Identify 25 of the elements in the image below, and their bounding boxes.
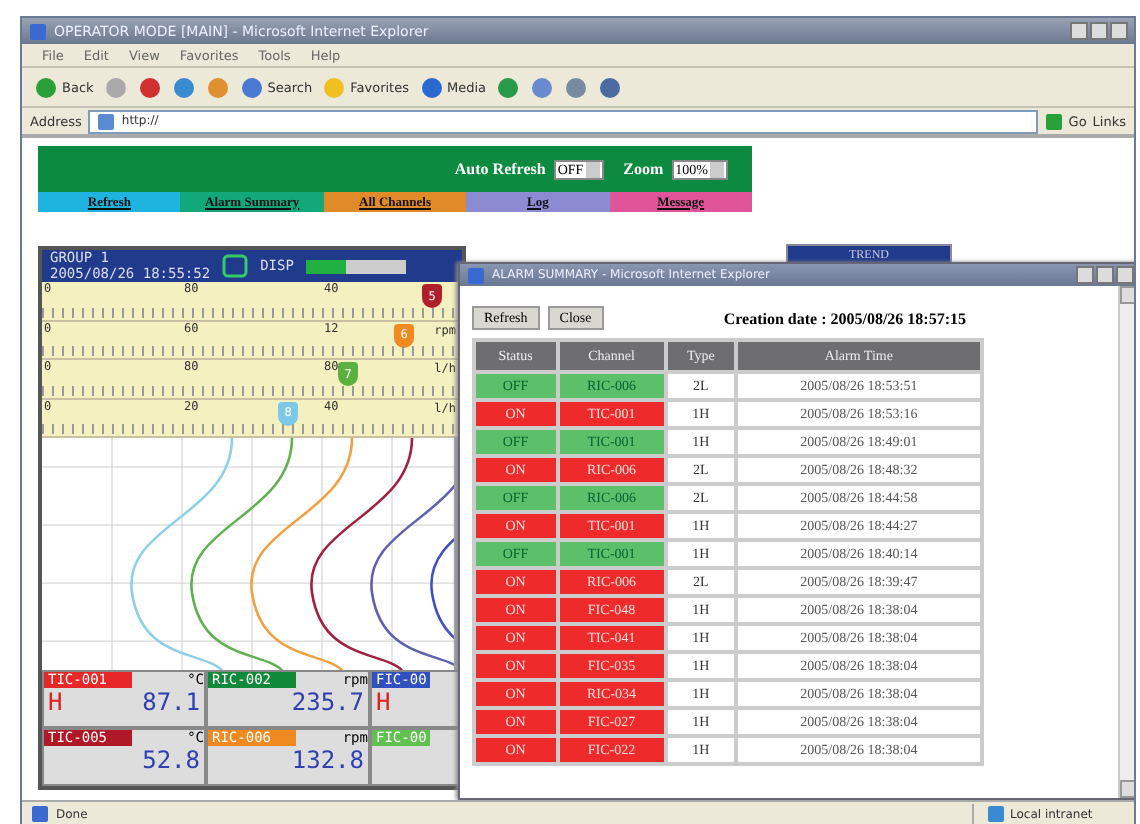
auto-refresh-label: Auto Refresh bbox=[454, 160, 546, 178]
channel-value: 235.7 bbox=[291, 688, 364, 716]
disp-bar bbox=[305, 259, 406, 274]
stop-button[interactable] bbox=[137, 75, 162, 99]
zoom-label: Zoom bbox=[623, 160, 664, 178]
close-button[interactable] bbox=[1116, 266, 1134, 284]
minimize-button[interactable] bbox=[1076, 266, 1094, 284]
maximize-button[interactable] bbox=[1096, 266, 1114, 284]
minimize-button[interactable] bbox=[1070, 22, 1088, 40]
history-button[interactable] bbox=[496, 75, 521, 99]
print-button[interactable] bbox=[564, 75, 589, 99]
mail-button[interactable] bbox=[530, 75, 555, 99]
channel-value: 132.8 bbox=[291, 746, 364, 774]
refresh-button[interactable] bbox=[171, 75, 196, 99]
forward-button[interactable] bbox=[103, 75, 128, 99]
channel-value: 52.8 bbox=[142, 746, 200, 774]
scrollbar[interactable] bbox=[1118, 286, 1134, 798]
alarm-indicator: H bbox=[48, 688, 63, 716]
channel-value: 87.1 bbox=[142, 688, 200, 716]
maximize-button[interactable] bbox=[1090, 22, 1108, 40]
close-button[interactable] bbox=[1110, 22, 1128, 40]
alarm-indicator: H bbox=[376, 688, 391, 716]
edit-button[interactable] bbox=[598, 75, 623, 99]
creation-date: Creation date : 2005/08/26 18:57:15 bbox=[723, 309, 966, 327]
home-button[interactable] bbox=[205, 75, 230, 99]
